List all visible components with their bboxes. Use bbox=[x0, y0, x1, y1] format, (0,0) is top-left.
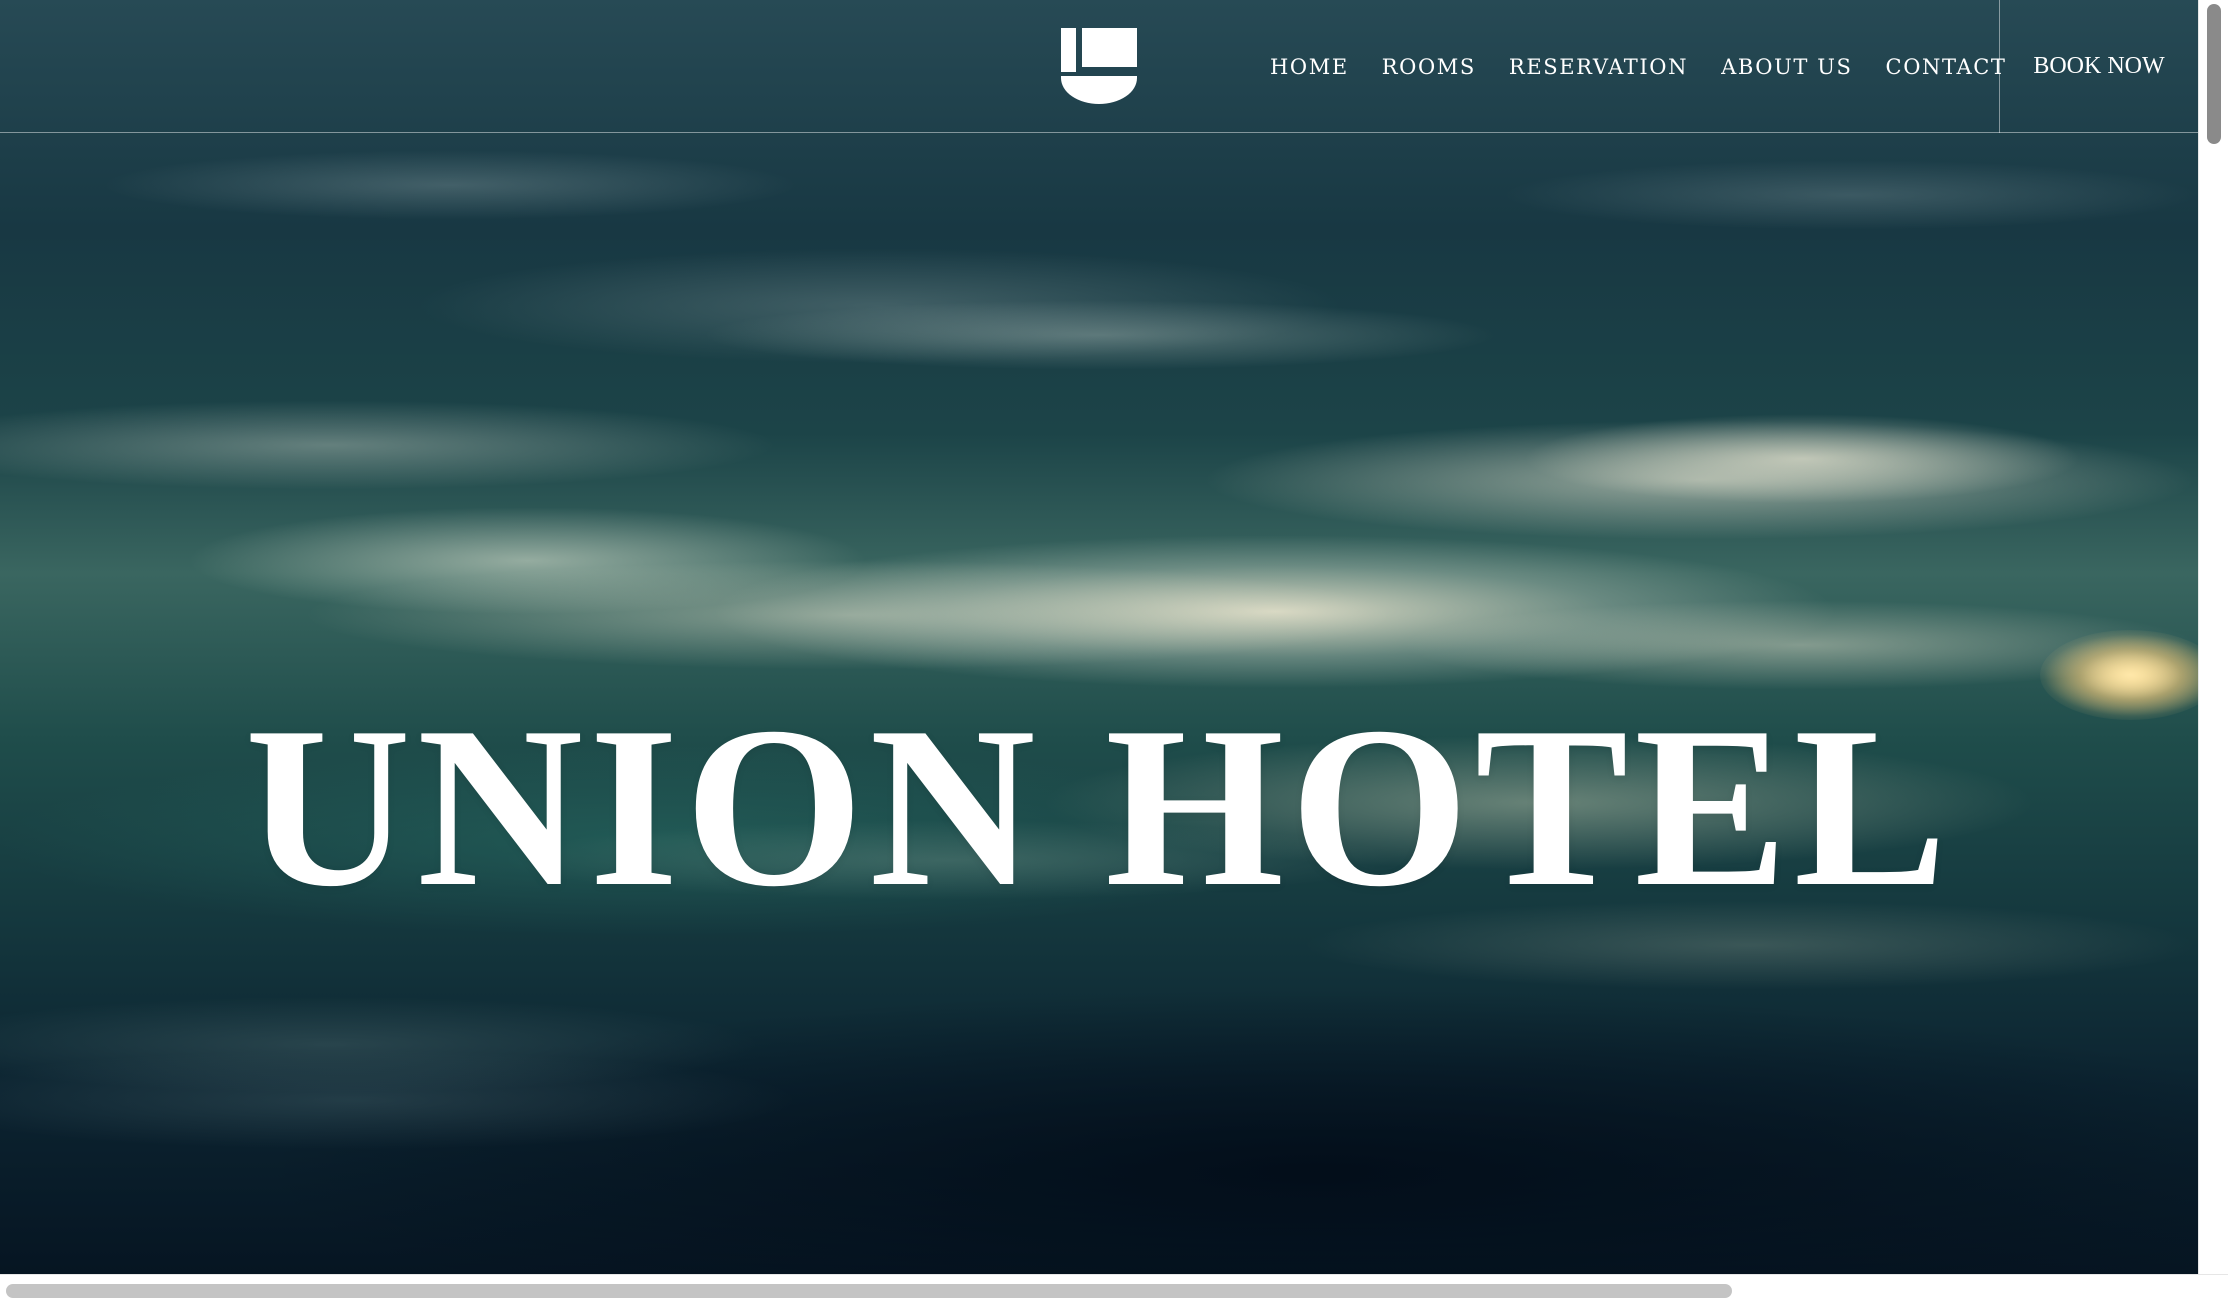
main-nav: HOME ROOMS RESERVATION ABOUT US CONTACT bbox=[1270, 0, 2007, 133]
water-ripple bbox=[100, 150, 800, 220]
horizontal-scrollbar-thumb[interactable] bbox=[6, 1284, 1732, 1298]
hero-background: HOME ROOMS RESERVATION ABOUT US CONTACT … bbox=[0, 0, 2198, 1274]
vertical-scrollbar[interactable] bbox=[2198, 0, 2228, 1274]
vertical-scrollbar-thumb[interactable] bbox=[2207, 4, 2221, 144]
nav-home-link[interactable]: HOME bbox=[1270, 55, 1349, 79]
horizontal-scrollbar[interactable] bbox=[0, 1274, 2228, 1304]
water-ripple bbox=[1500, 160, 2198, 230]
nav-about-us-link[interactable]: ABOUT US bbox=[1721, 55, 1852, 79]
water-ripple bbox=[1200, 420, 2198, 540]
hotel-u-logo-icon[interactable] bbox=[1060, 26, 1138, 104]
water-ripple bbox=[0, 1050, 800, 1150]
book-now-button[interactable]: BOOK NOW bbox=[2000, 0, 2198, 133]
nav-reservation-link[interactable]: RESERVATION bbox=[1509, 55, 1688, 79]
nav-contact-link[interactable]: CONTACT bbox=[1886, 55, 2007, 79]
water-ripple bbox=[1400, 600, 2198, 690]
nav-rooms-link[interactable]: ROOMS bbox=[1382, 55, 1476, 79]
water-ripple bbox=[300, 560, 1400, 670]
water-ripple bbox=[700, 300, 1500, 370]
water-ripple bbox=[0, 400, 780, 490]
site-header: HOME ROOMS RESERVATION ABOUT US CONTACT … bbox=[0, 0, 2198, 133]
hero-title: UNION HOTEL bbox=[244, 679, 1954, 935]
